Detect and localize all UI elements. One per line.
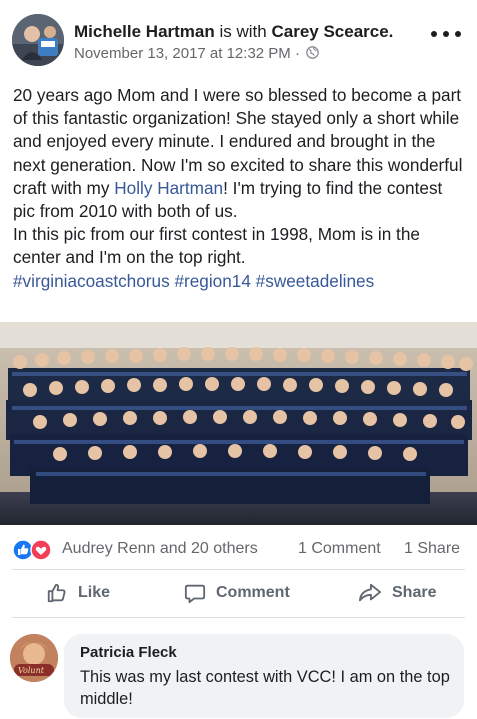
- comment-button[interactable]: Comment: [184, 580, 290, 606]
- reaction-icons[interactable]: [12, 539, 56, 561]
- share-count[interactable]: 1 Share: [404, 540, 460, 558]
- hashtags[interactable]: #virginiacoastchorus #region14 #sweetade…: [13, 270, 468, 293]
- comment-item: Volunt Patricia Fleck This was my last c…: [0, 628, 477, 719]
- divider: [12, 617, 465, 618]
- post-author-name[interactable]: Michelle Hartman: [74, 22, 215, 41]
- comment-bubble-icon: [184, 584, 206, 604]
- tagged-person-name[interactable]: Carey Scearce.: [271, 22, 393, 41]
- author-avatar-image: [12, 14, 64, 66]
- post-paragraph-1: 20 years ago Mom and I were so blessed t…: [13, 84, 468, 223]
- comment-bubble[interactable]: Patricia Fleck This was my last contest …: [64, 634, 464, 718]
- commenter-name[interactable]: Patricia Fleck: [80, 644, 177, 661]
- like-button[interactable]: Like: [46, 580, 110, 606]
- avatar-badge-text: Volunt: [18, 666, 44, 675]
- globe-icon: [306, 46, 319, 59]
- comment-text: This was my last contest with VCC! I am …: [80, 668, 450, 708]
- share-arrow-icon: [358, 583, 381, 602]
- like-label: Like: [78, 584, 111, 601]
- comment-count[interactable]: 1 Comment: [298, 540, 381, 558]
- reaction-icons-image: [12, 539, 52, 561]
- post-photo[interactable]: [0, 322, 477, 525]
- author-avatar[interactable]: [12, 14, 64, 66]
- reactions-summary[interactable]: Audrey Renn and 20 others: [62, 540, 258, 558]
- share-button[interactable]: Share: [358, 580, 436, 606]
- with-text: is with: [219, 22, 267, 41]
- chorus-group-photo: [0, 322, 477, 525]
- post-header: Michelle Hartman is with Carey Scearce. …: [0, 0, 477, 72]
- more-options-icon[interactable]: [431, 26, 461, 42]
- post-timestamp[interactable]: November 13, 2017 at 12:32 PM ·: [74, 45, 300, 62]
- post-actions: Like Comment Share: [0, 570, 477, 616]
- like-outline-icon: [47, 583, 66, 603]
- post-paragraph-2: In this pic from our first contest in 19…: [13, 224, 420, 268]
- post-author-line: Michelle Hartman is with Carey Scearce.: [74, 22, 393, 42]
- commenter-avatar[interactable]: Volunt: [10, 634, 58, 682]
- share-label: Share: [392, 584, 437, 601]
- engagement-stats: Audrey Renn and 20 others 1 Comment 1 Sh…: [0, 530, 477, 568]
- mention-link[interactable]: Holly Hartman: [114, 178, 223, 198]
- comment-label: Comment: [216, 584, 290, 601]
- post-meta: November 13, 2017 at 12:32 PM ·: [74, 45, 319, 62]
- post-body: 20 years ago Mom and I were so blessed t…: [13, 84, 468, 293]
